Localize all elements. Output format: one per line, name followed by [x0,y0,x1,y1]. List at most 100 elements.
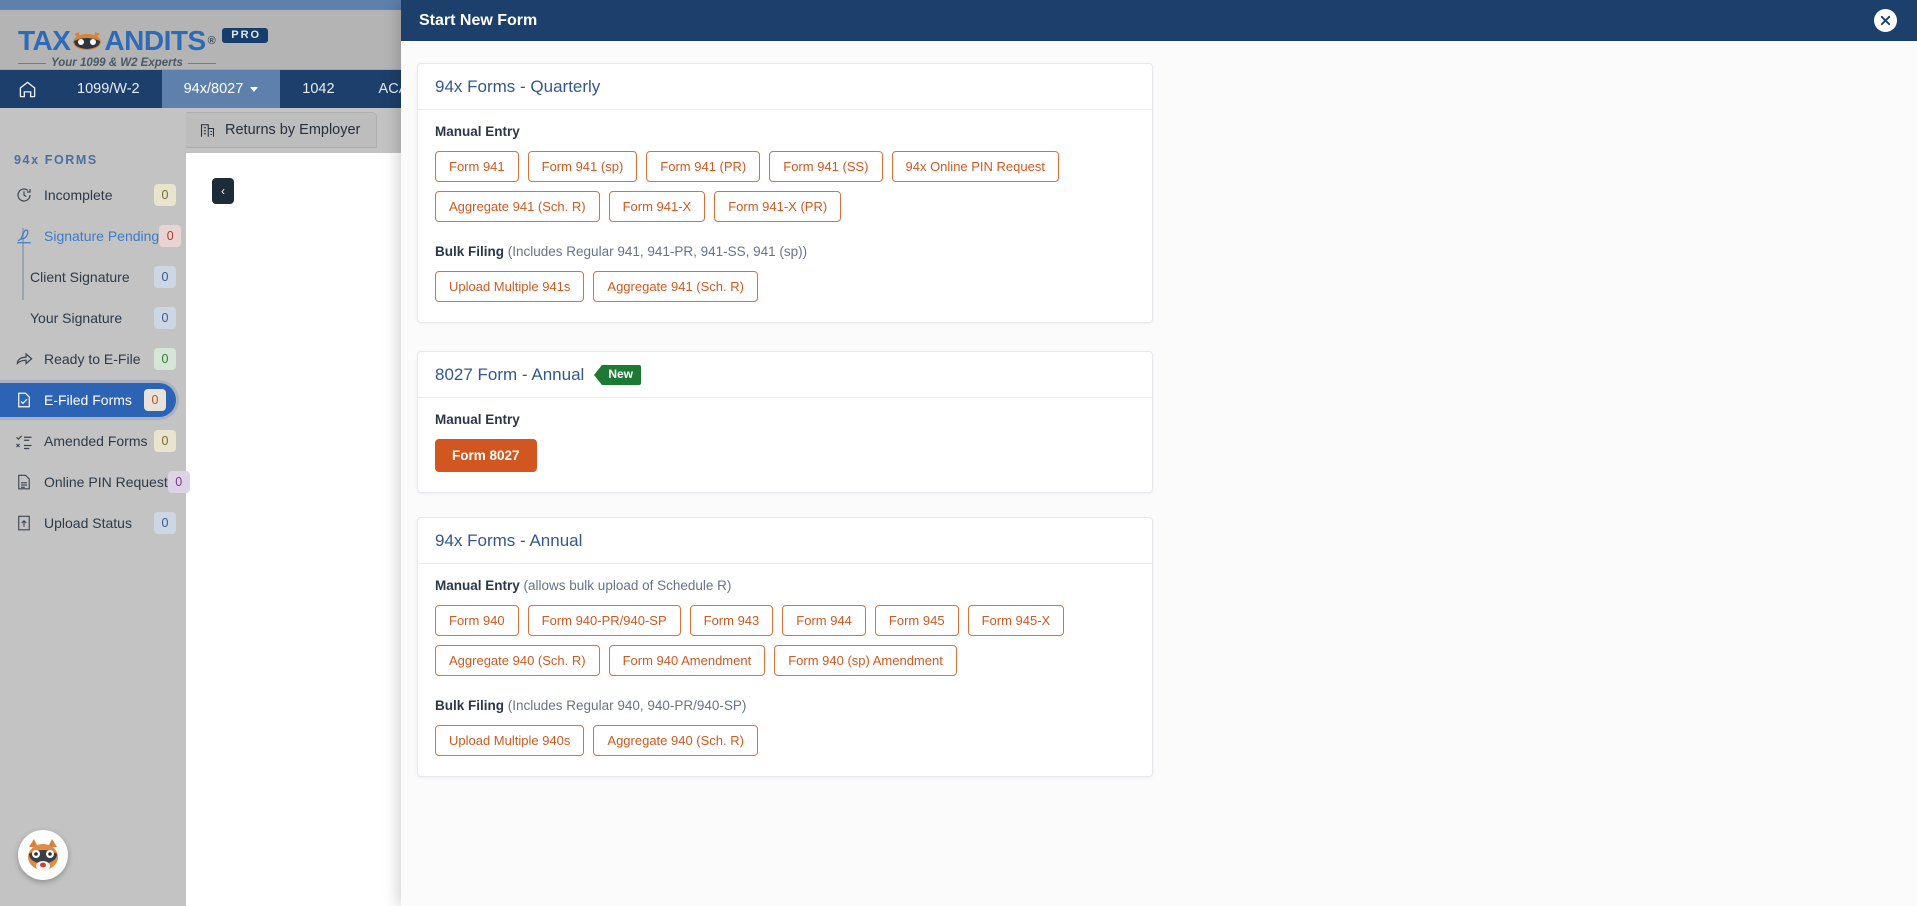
sidebar-item-your-signature[interactable]: Your Signature 0 [0,301,186,335]
button-upload-multiple-940s[interactable]: Upload Multiple 940s [435,725,585,756]
chat-support-avatar[interactable] [18,830,68,880]
sidebar-item-label: Upload Status [44,515,132,531]
button-94x-online-pin-request[interactable]: 94x Online PIN Request [891,151,1059,182]
button-form-941[interactable]: Form 941 [435,151,519,182]
button-upload-multiple-941s[interactable]: Upload Multiple 941s [435,271,585,302]
signature-icon [14,226,34,246]
sidebar-item-count: 0 [154,184,176,206]
sidebar-item-label: Incomplete [44,187,113,203]
nav-item-1099-w2[interactable]: 1099/W-2 [55,70,162,108]
button-form-940[interactable]: Form 940 [435,605,519,636]
button-bulk-aggregate-941-sch-r[interactable]: Aggregate 941 (Sch. R) [593,271,758,302]
sidebar-item-label: E-Filed Forms [44,392,132,408]
manual-entry-buttons: Form 941 Form 941 (sp) Form 941 (PR) For… [435,151,1135,222]
sidebar-item-online-pin-request[interactable]: Online PIN Request 0 [0,465,190,499]
upload-file-icon [14,513,34,533]
sidebar-item-label: Your Signature [30,310,123,326]
sidebar-collapse-button[interactable]: ‹ [212,178,234,204]
modal-column-left: 94x Forms - Quarterly Manual Entry Form … [417,63,1153,493]
button-form-941-ss[interactable]: Form 941 (SS) [769,151,883,182]
sidebar-item-count: 0 [144,389,166,411]
nav-item-94x-8027[interactable]: 94x/8027 [161,70,281,108]
sidebar-item-count: 0 [159,225,182,247]
brand-tagline: Your 1099 & W2 Experts [51,57,183,69]
card-title: 8027 Form - Annual [435,365,585,384]
card-body: Manual Entry (allows bulk upload of Sche… [418,564,1152,776]
bulk-filing-buttons: Upload Multiple 940s Aggregate 940 (Sch.… [435,725,1135,756]
card-body: Manual Entry Form 8027 [418,398,1152,492]
sidebar-item-count: 0 [154,430,176,452]
sidebar-item-count: 0 [167,471,190,493]
share-icon [14,349,34,369]
nav-item-1042[interactable]: 1042 [280,70,356,108]
nav-home[interactable] [0,70,55,108]
start-new-form-modal: Start New Form 94x Forms - Quarterly Man… [401,0,1917,906]
sidebar-item-label: Online PIN Request [44,474,168,490]
button-form-940-sp-amendment[interactable]: Form 940 (sp) Amendment [774,645,957,676]
manual-entry-label: Manual Entry [435,412,1135,427]
card-header: 94x Forms - Quarterly [418,64,1152,110]
button-form-943[interactable]: Form 943 [689,605,774,636]
tagline-rule-right [187,62,216,64]
button-form-945[interactable]: Form 945 [874,605,959,636]
bulk-filing-note: (Includes Regular 941, 941-PR, 941-SS, 9… [507,244,808,259]
sidebar-title: 94x FORMS [14,153,98,167]
sidebar-item-count: 0 [154,348,176,370]
sidebar-item-label: Ready to E-File [44,351,141,367]
button-form-941-pr[interactable]: Form 941 (PR) [646,151,761,182]
button-aggregate-941-sch-r[interactable]: Aggregate 941 (Sch. R) [435,191,600,222]
button-form-945-x[interactable]: Form 945-X [967,605,1065,636]
sidebar-item-amended-forms[interactable]: Amended Forms 0 [0,424,186,458]
button-form-940-pr-940-sp[interactable]: Form 940-PR/940-SP [527,605,681,636]
card-94x-annual: 94x Forms - Annual Manual Entry (allows … [417,517,1153,777]
amended-icon [14,431,34,451]
sidebar-item-ready-to-efile[interactable]: Ready to E-File 0 [0,342,186,376]
bulk-filing-note: (Includes Regular 940, 940-PR/940-SP) [507,698,747,713]
tab-returns-by-employer[interactable]: Returns by Employer [182,112,378,148]
button-bulk-aggregate-940-sch-r[interactable]: Aggregate 940 (Sch. R) [593,725,758,756]
tab-label: Returns by Employer [225,122,361,138]
card-header: 94x Forms - Annual [418,518,1152,564]
close-icon [1879,14,1892,27]
button-aggregate-940-sch-r[interactable]: Aggregate 940 (Sch. R) [435,645,600,676]
nav-label: 1042 [302,81,335,97]
manual-entry-buttons: Form 940 Form 940-PR/940-SP Form 943 For… [435,605,1135,676]
button-form-944[interactable]: Form 944 [782,605,866,636]
modal-close-button[interactable] [1874,9,1897,32]
button-form-940-amendment[interactable]: Form 940 Amendment [608,645,766,676]
brand-name-part1: TAX [18,25,71,56]
card-header: 8027 Form - Annual New [418,352,1152,398]
bulk-filing-label: Bulk Filing (Includes Regular 940, 940-P… [435,698,1135,713]
brand-logo[interactable]: TAX ANDITS ® PRO Your 1099 & W2 Experts [18,25,269,69]
raccoon-mascot-icon [21,833,65,877]
pro-badge: PRO [222,27,269,43]
brand-tagline-row: Your 1099 & W2 Experts [18,57,268,69]
bulk-filing-text: Bulk Filing [435,698,504,713]
card-body: Manual Entry Form 941 Form 941 (sp) Form… [418,110,1152,322]
sidebar-item-signature-pending[interactable]: Signature Pending 0 [0,219,186,253]
home-icon [18,80,37,99]
sidebar-item-count: 0 [154,512,176,534]
sidebar-item-label: Client Signature [30,269,130,285]
brand-name-part2: ANDITS [104,25,206,56]
button-form-941-x-pr[interactable]: Form 941-X (PR) [714,191,842,222]
sidebar-item-efiled-forms[interactable]: E-Filed Forms 0 [0,383,176,417]
file-check-icon [14,390,34,410]
sidebar-item-client-signature[interactable]: Client Signature 0 [0,260,186,294]
registered-mark: ® [207,34,216,47]
bandit-eyes-icon [71,31,103,51]
sidebar-item-upload-status[interactable]: Upload Status 0 [0,506,186,540]
bulk-filing-text: Bulk Filing [435,244,504,259]
manual-entry-label: Manual Entry [435,124,1135,139]
sidebar-item-incomplete[interactable]: Incomplete 0 [0,178,186,212]
button-form-8027[interactable]: Form 8027 [435,439,537,472]
brand-wordmark: TAX ANDITS ® PRO [18,25,269,56]
sidebar-item-label: Signature Pending [44,228,160,244]
manual-entry-text: Manual Entry [435,578,520,593]
clock-icon [14,185,34,205]
modal-header: Start New Form [401,0,1917,41]
button-form-941-sp[interactable]: Form 941 (sp) [527,151,638,182]
nav-label: 1099/W-2 [77,81,140,97]
sidebar-item-label: Amended Forms [44,433,148,449]
button-form-941-x[interactable]: Form 941-X [608,191,706,222]
